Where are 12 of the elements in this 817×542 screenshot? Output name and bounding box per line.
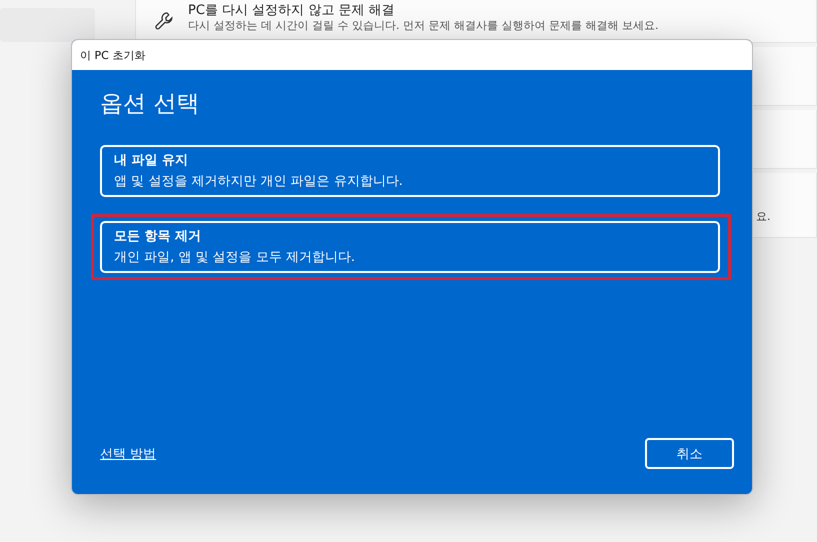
card-description: 다시 설정하는 데 시간이 걸릴 수 있습니다. 먼저 문제 해결사를 실행하여 문제를 해결해 보세요. <box>188 18 658 32</box>
cancel-button[interactable]: 취소 <box>645 438 734 469</box>
help-link[interactable]: 선택 방법 <box>100 444 156 462</box>
sidebar-item[interactable] <box>0 8 95 42</box>
settings-card[interactable]: PC를 다시 설정하지 않고 문제 해결 다시 설정하는 데 시간이 걸릴 수 있습니다. 먼저 문제 해결사를 실행하여 문제를 해결해 보세요. <box>135 0 817 43</box>
dialog-heading: 옵션 선택 <box>100 90 200 119</box>
card-description: 요. <box>756 209 770 224</box>
window-title: 이 PC 초기화 <box>80 48 146 62</box>
option-button[interactable]: 내 파일 유지 앱 및 설정을 제거하지만 개인 파일은 유지합니다. <box>100 145 720 197</box>
option-button[interactable]: 모든 항목 제거 개인 파일, 앱 및 설정을 모두 제거합니다. <box>100 221 720 273</box>
wrench-icon <box>154 11 174 31</box>
card-title: PC를 다시 설정하지 않고 문제 해결 <box>188 4 396 18</box>
